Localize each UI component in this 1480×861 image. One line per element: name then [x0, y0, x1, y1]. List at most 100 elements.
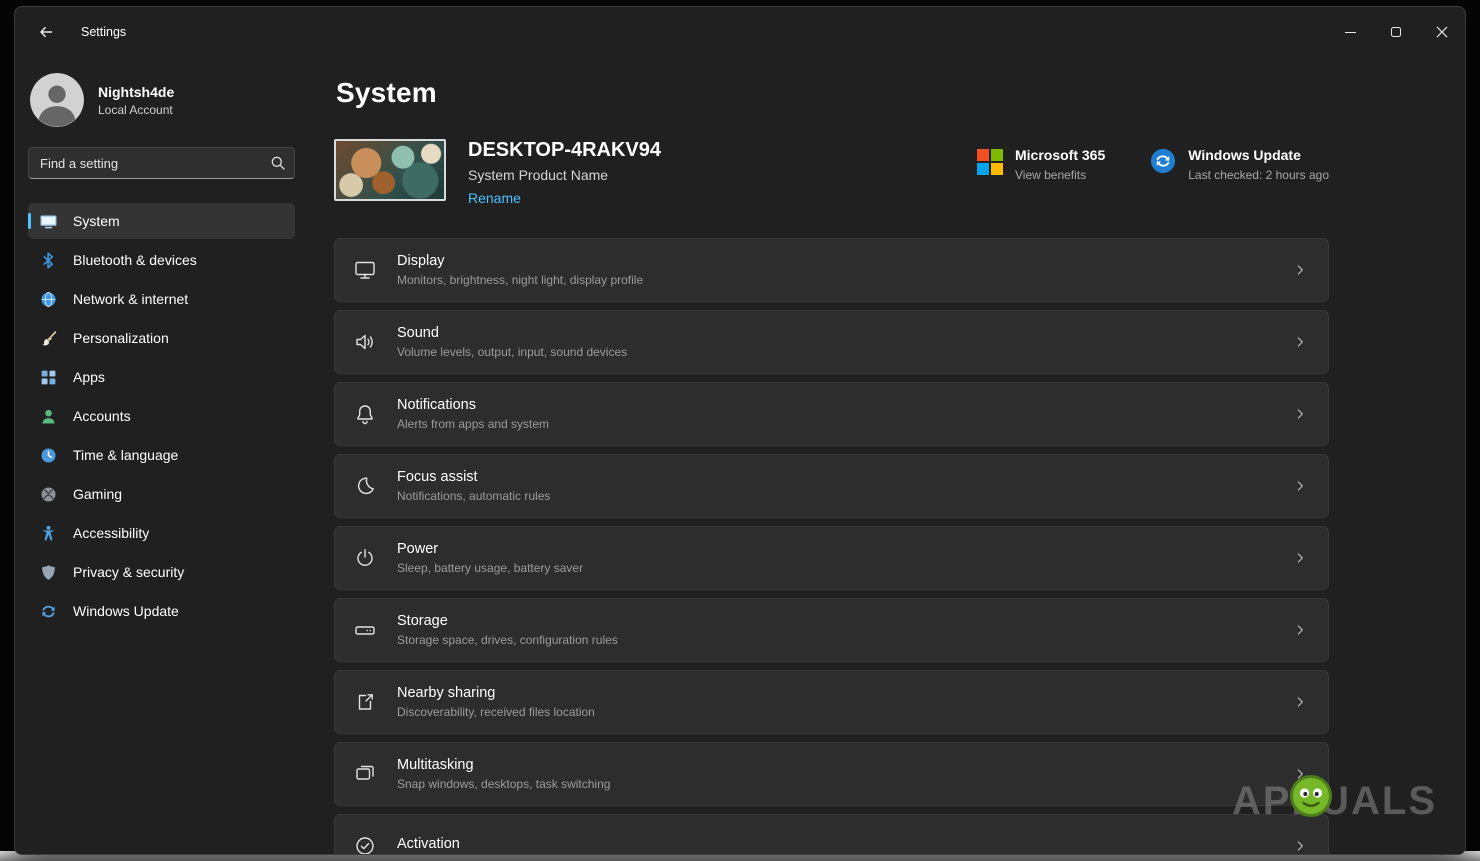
- system-icon: [40, 213, 57, 230]
- setting-row-text: Nearby sharing Discoverability, received…: [397, 685, 595, 719]
- windows-update-icon: [40, 603, 57, 620]
- sidebar-item-accounts[interactable]: Accounts: [28, 398, 295, 434]
- back-arrow-icon: [38, 24, 54, 40]
- setting-subtitle: Snap windows, desktops, task switching: [397, 777, 610, 791]
- accessibility-icon: [40, 525, 57, 542]
- sidebar-item-label: Network & internet: [73, 291, 188, 307]
- sidebar-item-label: Windows Update: [73, 603, 179, 619]
- setting-row-notifications[interactable]: Notifications Alerts from apps and syste…: [334, 382, 1329, 446]
- windows-update-card[interactable]: Windows Update Last checked: 2 hours ago: [1150, 147, 1329, 182]
- setting-subtitle: Discoverability, received files location: [397, 705, 595, 719]
- user-info: Nightsh4de Local Account: [98, 84, 174, 117]
- sidebar-item-bluetooth-devices[interactable]: Bluetooth & devices: [28, 242, 295, 278]
- setting-title: Multitasking: [397, 757, 610, 773]
- minimize-button[interactable]: [1327, 7, 1373, 57]
- setting-subtitle: Monitors, brightness, night light, displ…: [397, 273, 643, 287]
- activation-icon: [353, 834, 377, 855]
- sidebar-item-personalization[interactable]: Personalization: [28, 320, 295, 356]
- multitasking-icon: [353, 762, 377, 786]
- window-content: Nightsh4de Local Account System: [15, 57, 1465, 854]
- setting-row-nearby-sharing[interactable]: Nearby sharing Discoverability, received…: [334, 670, 1329, 734]
- minimize-icon: [1345, 32, 1356, 33]
- chevron-right-icon: [1292, 622, 1308, 638]
- setting-title: Display: [397, 253, 643, 269]
- setting-title: Notifications: [397, 397, 549, 413]
- setting-row-storage[interactable]: Storage Storage space, drives, configura…: [334, 598, 1329, 662]
- sidebar-item-accessibility[interactable]: Accessibility: [28, 515, 295, 551]
- setting-row-text: Sound Volume levels, output, input, soun…: [397, 325, 627, 359]
- setting-subtitle: Sleep, battery usage, battery saver: [397, 561, 583, 575]
- sidebar-item-apps[interactable]: Apps: [28, 359, 295, 395]
- user-account-card[interactable]: Nightsh4de Local Account: [28, 61, 295, 145]
- nearby-sharing-icon: [353, 690, 377, 714]
- privacy-security-icon: [40, 564, 57, 581]
- setting-row-text: Activation: [397, 836, 460, 855]
- device-header: DESKTOP-4RAKV94 System Product Name Rena…: [334, 139, 1329, 208]
- user-name: Nightsh4de: [98, 84, 174, 100]
- page-title: System: [336, 77, 1465, 109]
- maximize-button[interactable]: [1373, 7, 1419, 57]
- setting-row-multitasking[interactable]: Multitasking Snap windows, desktops, tas…: [334, 742, 1329, 806]
- view-benefits-link[interactable]: View benefits: [1015, 168, 1105, 182]
- chevron-right-icon: [1292, 406, 1308, 422]
- back-button[interactable]: [25, 15, 67, 49]
- sidebar-item-gaming[interactable]: Gaming: [28, 476, 295, 512]
- storage-icon: [353, 618, 377, 642]
- sidebar-item-network-internet[interactable]: Network & internet: [28, 281, 295, 317]
- sidebar-item-time-language[interactable]: Time & language: [28, 437, 295, 473]
- close-button[interactable]: [1419, 7, 1465, 57]
- device-thumbnail: [334, 139, 446, 201]
- setting-row-text: Display Monitors, brightness, night ligh…: [397, 253, 643, 287]
- sidebar-item-privacy-security[interactable]: Privacy & security: [28, 554, 295, 590]
- setting-row-text: Focus assist Notifications, automatic ru…: [397, 469, 550, 503]
- device-name: DESKTOP-4RAKV94: [468, 139, 661, 162]
- setting-row-text: Power Sleep, battery usage, battery save…: [397, 541, 583, 575]
- sidebar-item-label: Accounts: [73, 408, 131, 424]
- time-language-icon: [40, 447, 57, 464]
- windows-update-status-icon: [1150, 148, 1176, 182]
- windows-update-status: Last checked: 2 hours ago: [1188, 168, 1329, 182]
- focus-assist-icon: [353, 474, 377, 498]
- sound-icon: [353, 330, 377, 354]
- display-icon: [353, 258, 377, 282]
- setting-title: Sound: [397, 325, 627, 341]
- chevron-right-icon: [1292, 550, 1308, 566]
- chevron-right-icon: [1292, 766, 1308, 782]
- setting-row-activation[interactable]: Activation: [334, 814, 1329, 855]
- window-title: Settings: [81, 25, 126, 39]
- microsoft-365-card[interactable]: Microsoft 365 View benefits: [977, 147, 1105, 182]
- device-info: DESKTOP-4RAKV94 System Product Name Rena…: [468, 139, 661, 208]
- setting-subtitle: Notifications, automatic rules: [397, 489, 550, 503]
- setting-row-power[interactable]: Power Sleep, battery usage, battery save…: [334, 526, 1329, 590]
- sidebar-item-windows-update[interactable]: Windows Update: [28, 593, 295, 629]
- bluetooth-icon: [40, 252, 57, 269]
- setting-title: Focus assist: [397, 469, 550, 485]
- sidebar-item-label: Time & language: [73, 447, 178, 463]
- chevron-right-icon: [1292, 838, 1308, 854]
- microsoft-365-title: Microsoft 365: [1015, 147, 1105, 163]
- setting-subtitle: Storage space, drives, configuration rul…: [397, 633, 618, 647]
- windows-update-text: Windows Update Last checked: 2 hours ago: [1188, 147, 1329, 182]
- apps-icon: [40, 369, 57, 386]
- setting-row-display[interactable]: Display Monitors, brightness, night ligh…: [334, 238, 1329, 302]
- close-icon: [1436, 26, 1448, 38]
- notifications-icon: [353, 402, 377, 426]
- setting-row-text: Storage Storage space, drives, configura…: [397, 613, 618, 647]
- personalization-icon: [40, 330, 57, 347]
- setting-title: Power: [397, 541, 583, 557]
- sidebar-item-label: Privacy & security: [73, 564, 184, 580]
- sidebar-item-label: Apps: [73, 369, 105, 385]
- microsoft-365-text: Microsoft 365 View benefits: [1015, 147, 1105, 182]
- user-avatar: [30, 73, 84, 127]
- titlebar: Settings: [15, 7, 1465, 57]
- selected-indicator: [28, 213, 31, 229]
- sidebar-item-label: Accessibility: [73, 525, 149, 541]
- setting-row-focus-assist[interactable]: Focus assist Notifications, automatic ru…: [334, 454, 1329, 518]
- search-input[interactable]: [28, 147, 295, 179]
- settings-window: Settings Nightsh4de Local Account: [14, 6, 1466, 855]
- rename-link[interactable]: Rename: [468, 190, 521, 206]
- sidebar-item-label: Bluetooth & devices: [73, 252, 197, 268]
- setting-title: Storage: [397, 613, 618, 629]
- setting-row-sound[interactable]: Sound Volume levels, output, input, soun…: [334, 310, 1329, 374]
- sidebar-item-system[interactable]: System: [28, 203, 295, 239]
